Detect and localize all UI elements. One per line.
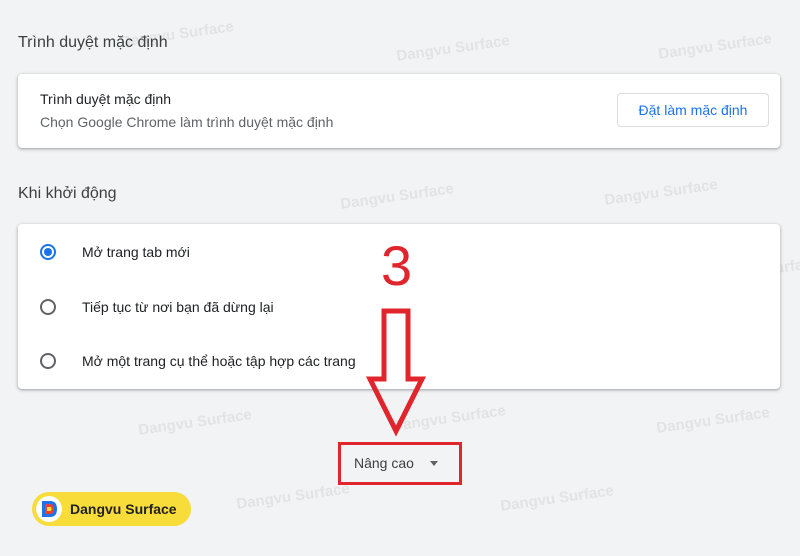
- radio-button[interactable]: [40, 299, 56, 315]
- advanced-settings-button[interactable]: Nâng cao: [354, 452, 438, 474]
- watermark-text: Dangvu Surface: [235, 480, 351, 513]
- logo-mark-icon: [36, 496, 62, 522]
- caret-down-icon: [429, 460, 438, 466]
- logo-badge: Dangvu Surface: [32, 492, 191, 526]
- startup-option-continue[interactable]: Tiếp tục từ nơi bạn đã dừng lại: [40, 295, 274, 319]
- down-arrow-icon: [365, 308, 427, 437]
- watermark-text: Dangvu Surface: [339, 180, 455, 213]
- startup-option-label: Mở một trang cụ thể hoặc tập hợp các tra…: [82, 353, 356, 369]
- make-default-button[interactable]: Đặt làm mặc định: [617, 93, 769, 127]
- watermark-text: Dangvu Surface: [655, 404, 771, 437]
- startup-option-specific-pages[interactable]: Mở một trang cụ thể hoặc tập hợp các tra…: [40, 349, 356, 373]
- startup-option-label: Mở trang tab mới: [82, 244, 190, 260]
- default-browser-section-title: Trình duyệt mặc định: [18, 34, 168, 51]
- startup-option-label: Tiếp tục từ nơi bạn đã dừng lại: [82, 299, 274, 315]
- startup-option-new-tab[interactable]: Mở trang tab mới: [40, 240, 190, 264]
- watermark-text: Dangvu Surface: [395, 32, 511, 65]
- advanced-label: Nâng cao: [354, 455, 414, 471]
- brand-logo: Dangvu Surface: [32, 491, 191, 527]
- watermark-text: Dangvu Surface: [603, 176, 719, 209]
- default-browser-card: Trình duyệt mặc định Chọn Google Chrome …: [18, 74, 780, 148]
- radio-button[interactable]: [40, 353, 56, 369]
- step-number-annotation: 3: [381, 234, 413, 297]
- radio-button-checked[interactable]: [40, 244, 56, 260]
- watermark-text: Dangvu Surface: [137, 406, 253, 439]
- default-browser-row-title: Trình duyệt mặc định: [40, 91, 171, 107]
- watermark-text: Dangvu Surface: [499, 482, 615, 515]
- default-browser-row-subtitle: Chọn Google Chrome làm trình duyệt mặc đ…: [40, 114, 334, 130]
- watermark-text: Dangvu Surface: [657, 30, 773, 63]
- on-startup-section-title: Khi khởi động: [18, 185, 117, 202]
- logo-text: Dangvu Surface: [70, 501, 177, 517]
